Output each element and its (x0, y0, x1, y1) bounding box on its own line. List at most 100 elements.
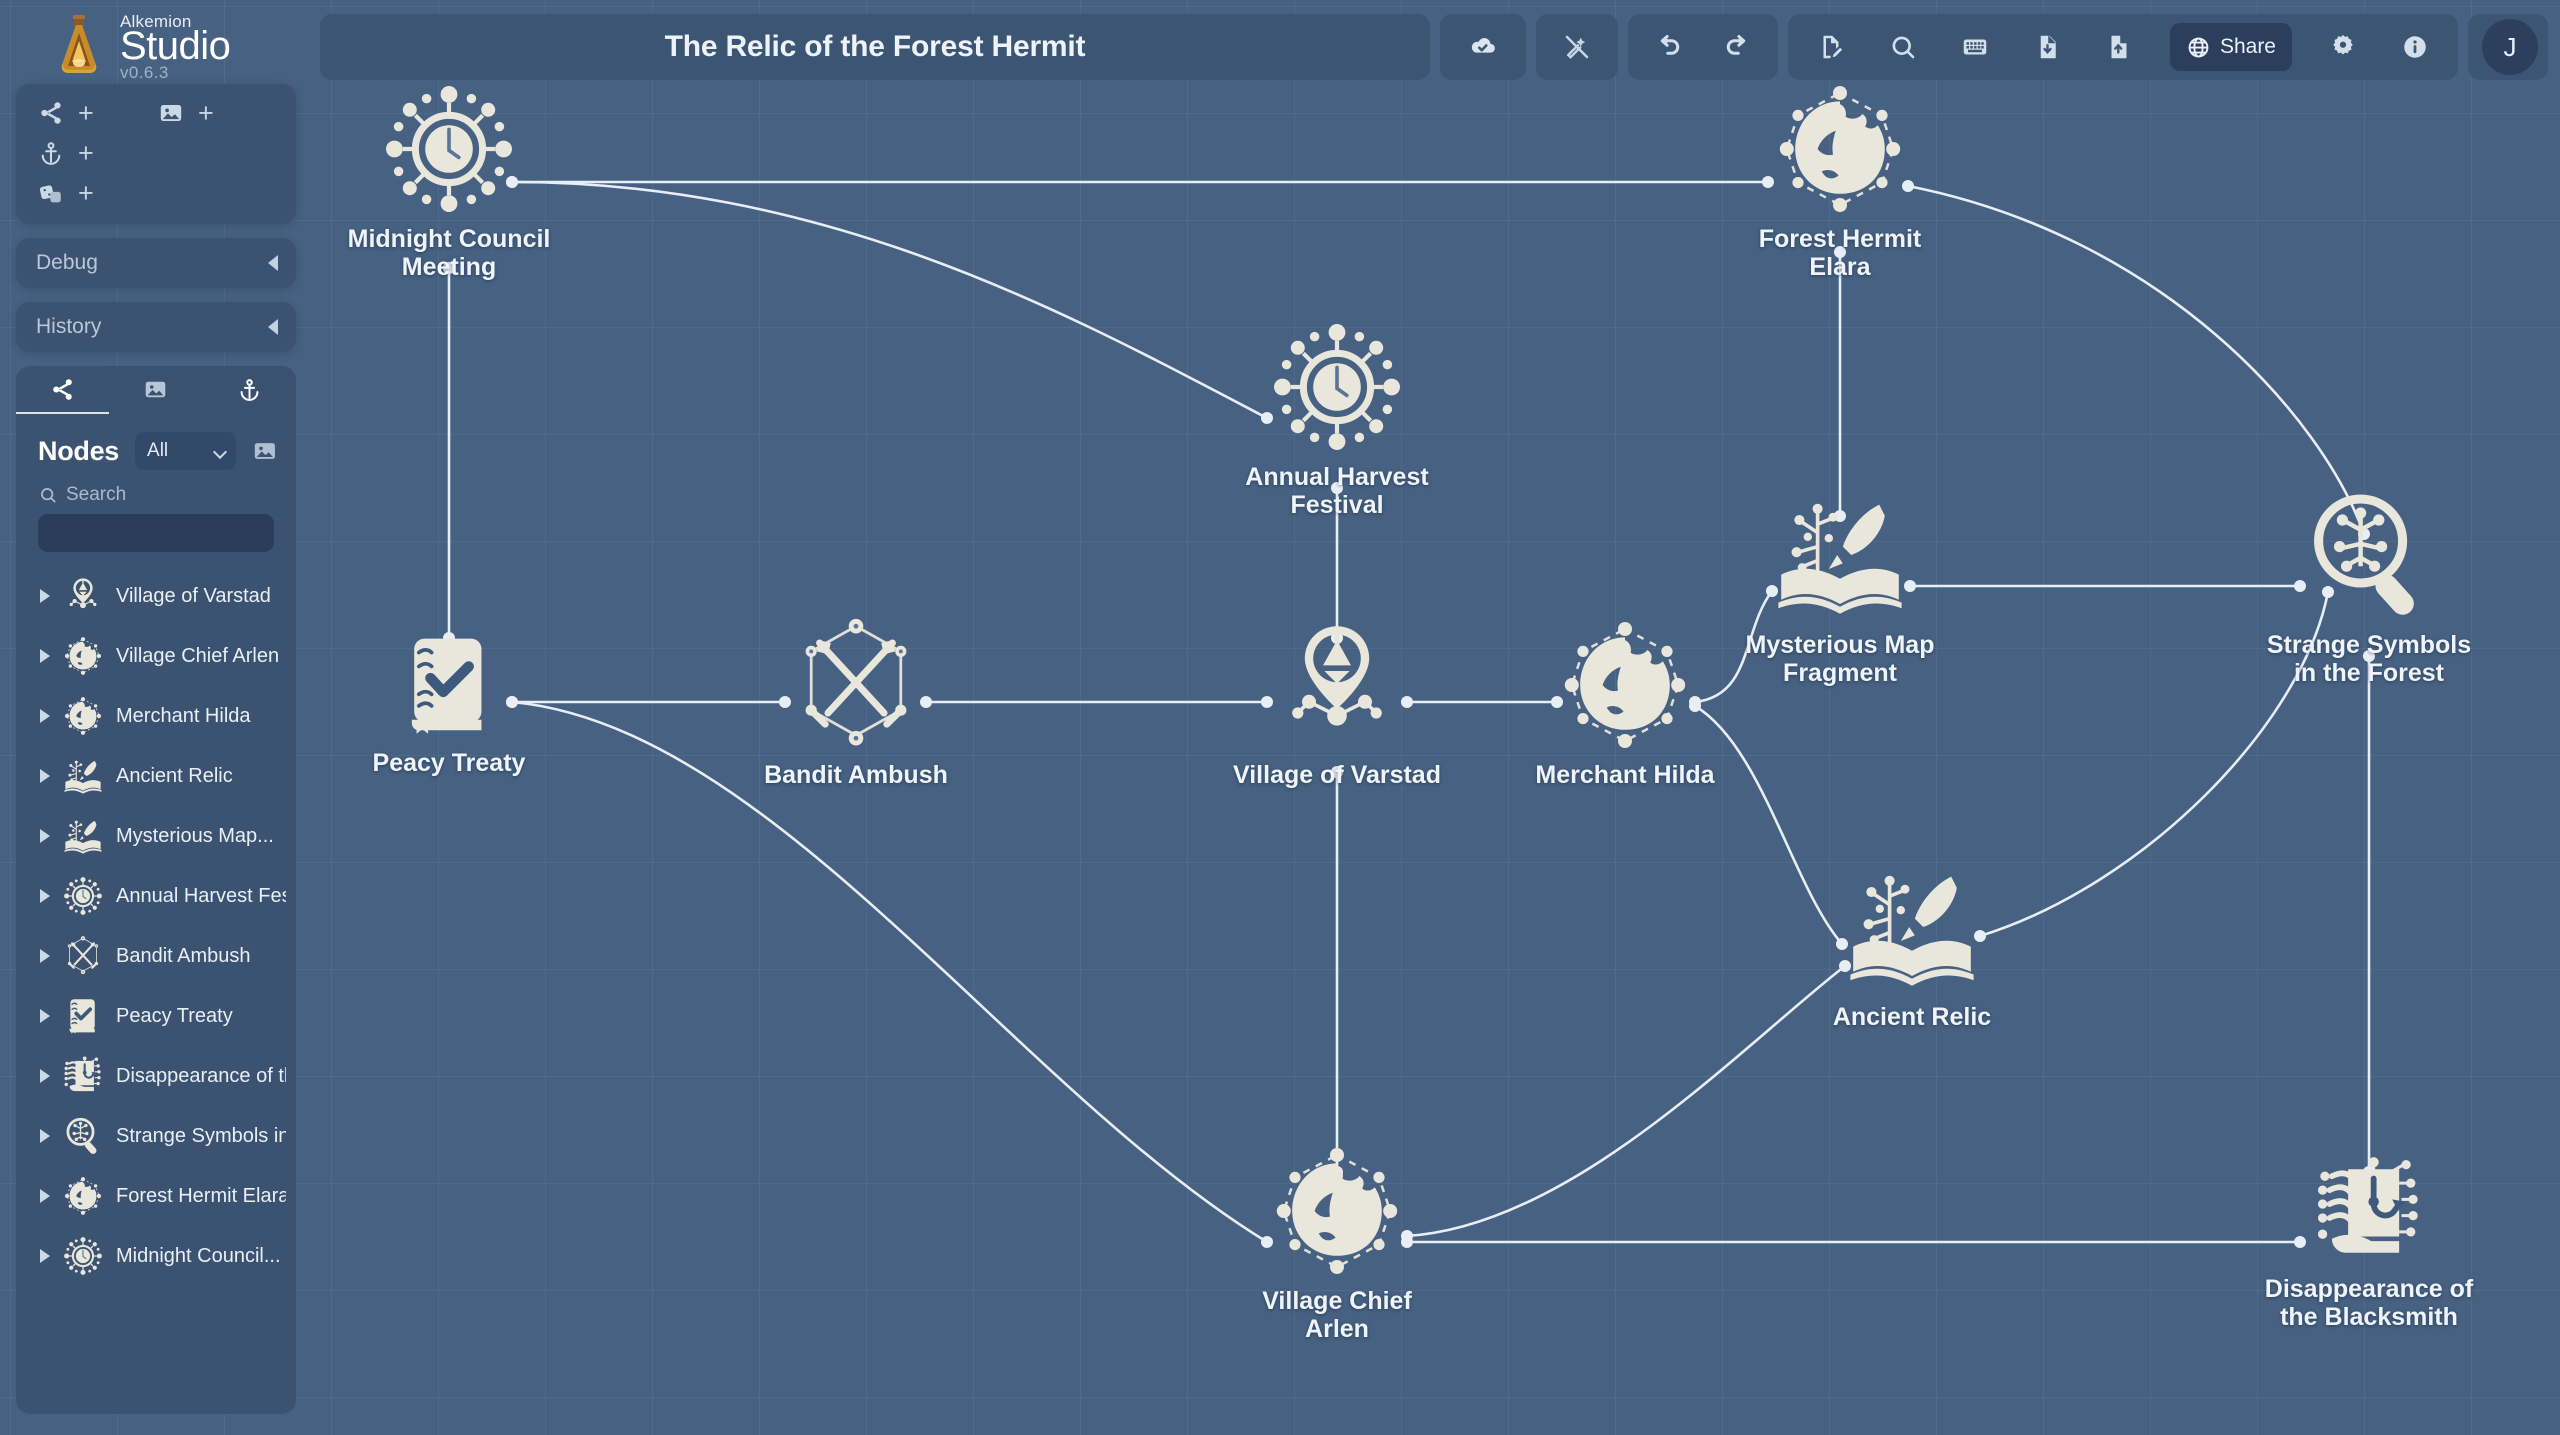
app-brand: Alkemion Studio v0.6.3 (0, 0, 312, 84)
toolbar-group-magic (1535, 14, 1618, 80)
redo-button[interactable] (1716, 26, 1758, 68)
list-item-label: Midnight Council... (116, 1244, 281, 1267)
list-item[interactable]: Ancient Relic (16, 746, 296, 806)
graph-node[interactable]: Strange Symbols in the Forest (2254, 485, 2484, 687)
graph-node[interactable]: Village Chief Arlen (1222, 1141, 1452, 1343)
history-panel[interactable]: History (16, 302, 296, 352)
share-button[interactable]: Share (2169, 23, 2292, 71)
debug-collapse-row[interactable]: Debug (16, 238, 296, 288)
graph-node-label: Disappearance of the Blacksmith (2264, 1275, 2474, 1331)
clock-event-icon (62, 1235, 104, 1277)
settings-button[interactable] (2322, 26, 2364, 68)
import-button[interactable] (2026, 26, 2068, 68)
list-item[interactable]: Midnight Council... (16, 1226, 296, 1286)
expand-caret-icon[interactable] (40, 1249, 50, 1263)
graph-node-label: Village Chief Arlen (1262, 1287, 1412, 1343)
search-icon (1892, 36, 1915, 59)
expand-caret-icon[interactable] (40, 769, 50, 783)
list-item[interactable]: Peacy Treaty (16, 986, 296, 1046)
history-collapse-row[interactable]: History (16, 302, 296, 352)
add-anchor-group[interactable]: + (38, 140, 156, 167)
dragon-icon (62, 695, 104, 737)
graph-node-label: Bandit Ambush (764, 761, 948, 789)
book-check-icon (391, 627, 507, 743)
tab-images[interactable] (109, 366, 203, 414)
book-check-icon (62, 995, 104, 1037)
graph-node[interactable]: Mysterious Map Fragment (1725, 485, 1955, 687)
search-input[interactable] (38, 514, 274, 552)
expand-caret-icon[interactable] (40, 649, 50, 663)
nodes-image-toggle-button[interactable] (252, 437, 278, 465)
keyboard-icon (1963, 39, 1987, 55)
redo-icon (1726, 35, 1746, 55)
graph-edge[interactable] (1406, 964, 1846, 1238)
cloud-check-icon (1471, 38, 1495, 53)
add-image-plus: + (198, 98, 214, 128)
debug-panel[interactable]: Debug (16, 238, 296, 288)
edit-document-button[interactable] (1810, 26, 1852, 68)
share-label: Share (2219, 35, 2276, 58)
graph-node[interactable]: Disappearance of the Blacksmith (2254, 1153, 2484, 1331)
search-button[interactable] (1882, 26, 1924, 68)
expand-caret-icon[interactable] (40, 709, 50, 723)
add-entities-panel: + + + + (16, 84, 296, 224)
expand-caret-icon[interactable] (40, 1129, 50, 1143)
graph-node-label: Mysterious Map Fragment (1745, 631, 1935, 687)
save-button[interactable] (1462, 26, 1504, 68)
add-node-plus: + (78, 98, 94, 128)
book-quill-icon (62, 815, 104, 857)
project-title-bar: The Relic of the Forest Hermit (320, 14, 1430, 80)
list-item[interactable]: Mysterious Map... (16, 806, 296, 866)
graph-node[interactable]: Village of Varstad (1222, 615, 1452, 789)
list-item-label: Village Chief Arlen (116, 644, 280, 667)
undo-button[interactable] (1648, 26, 1690, 68)
graph-node-label: Peacy Treaty (372, 749, 526, 777)
graph-node[interactable]: Merchant Hilda (1510, 615, 1740, 789)
add-node-group[interactable]: + (38, 98, 158, 128)
avatar[interactable]: J (2482, 19, 2538, 75)
list-item[interactable]: Disappearance of the... (16, 1046, 296, 1106)
list-item-label: Peacy Treaty (116, 1004, 233, 1027)
graph-node[interactable]: Bandit Ambush (741, 615, 971, 789)
expand-caret-icon[interactable] (40, 949, 50, 963)
graph-edge[interactable] (511, 180, 1268, 420)
nodes-panel: Nodes All Search Village of Varstad Vill… (16, 414, 296, 1414)
graph-node[interactable]: Annual Harvest Festival (1222, 317, 1452, 519)
list-item[interactable]: Village Chief Arlen (16, 626, 296, 686)
list-item[interactable]: Strange Symbols in the... (16, 1106, 296, 1166)
expand-caret-icon[interactable] (40, 889, 50, 903)
list-item[interactable]: Annual Harvest Festival (16, 866, 296, 926)
expand-caret-icon[interactable] (40, 589, 50, 603)
magic-wand-off-icon (1565, 35, 1589, 59)
add-dice-group[interactable]: + (38, 180, 278, 207)
expand-caret-icon[interactable] (40, 829, 50, 843)
graph-node-label: Annual Harvest Festival (1245, 463, 1429, 519)
clock-event-icon (62, 875, 104, 917)
info-button[interactable] (2394, 26, 2436, 68)
list-item[interactable]: Village of Varstad (16, 566, 296, 626)
expand-caret-icon[interactable] (40, 1069, 50, 1083)
node-filter-select[interactable]: All (135, 432, 237, 470)
expand-caret-icon[interactable] (40, 1009, 50, 1023)
tab-nodes[interactable] (16, 366, 110, 414)
list-item[interactable]: Forest Hermit Elara (16, 1166, 296, 1226)
toolbar-group-save (1439, 14, 1526, 80)
add-image-group[interactable]: + (158, 98, 278, 128)
graph-node[interactable]: Forest Hermit Elara (1725, 79, 1955, 281)
magic-off-button[interactable] (1556, 26, 1598, 68)
expand-caret-icon[interactable] (40, 1189, 50, 1203)
graph-canvas[interactable]: Midnight Council Meeting Forest Hermit El… (312, 86, 2560, 1435)
keyboard-button[interactable] (1954, 26, 1996, 68)
export-button[interactable] (2098, 26, 2140, 68)
graph-node-label: Village of Varstad (1233, 761, 1441, 789)
tab-anchors[interactable] (202, 366, 296, 414)
anchor-icon (240, 378, 259, 401)
dice-icon (39, 185, 61, 203)
list-item[interactable]: Bandit Ambush (16, 926, 296, 986)
graph-node[interactable]: Peacy Treaty (334, 627, 564, 777)
dragon-icon (1267, 1141, 1407, 1281)
graph-node[interactable]: Ancient Relic (1797, 857, 2027, 1031)
graph-edge[interactable] (1907, 184, 2366, 535)
graph-node[interactable]: Midnight Council Meeting (334, 79, 564, 281)
list-item[interactable]: Merchant Hilda (16, 686, 296, 746)
